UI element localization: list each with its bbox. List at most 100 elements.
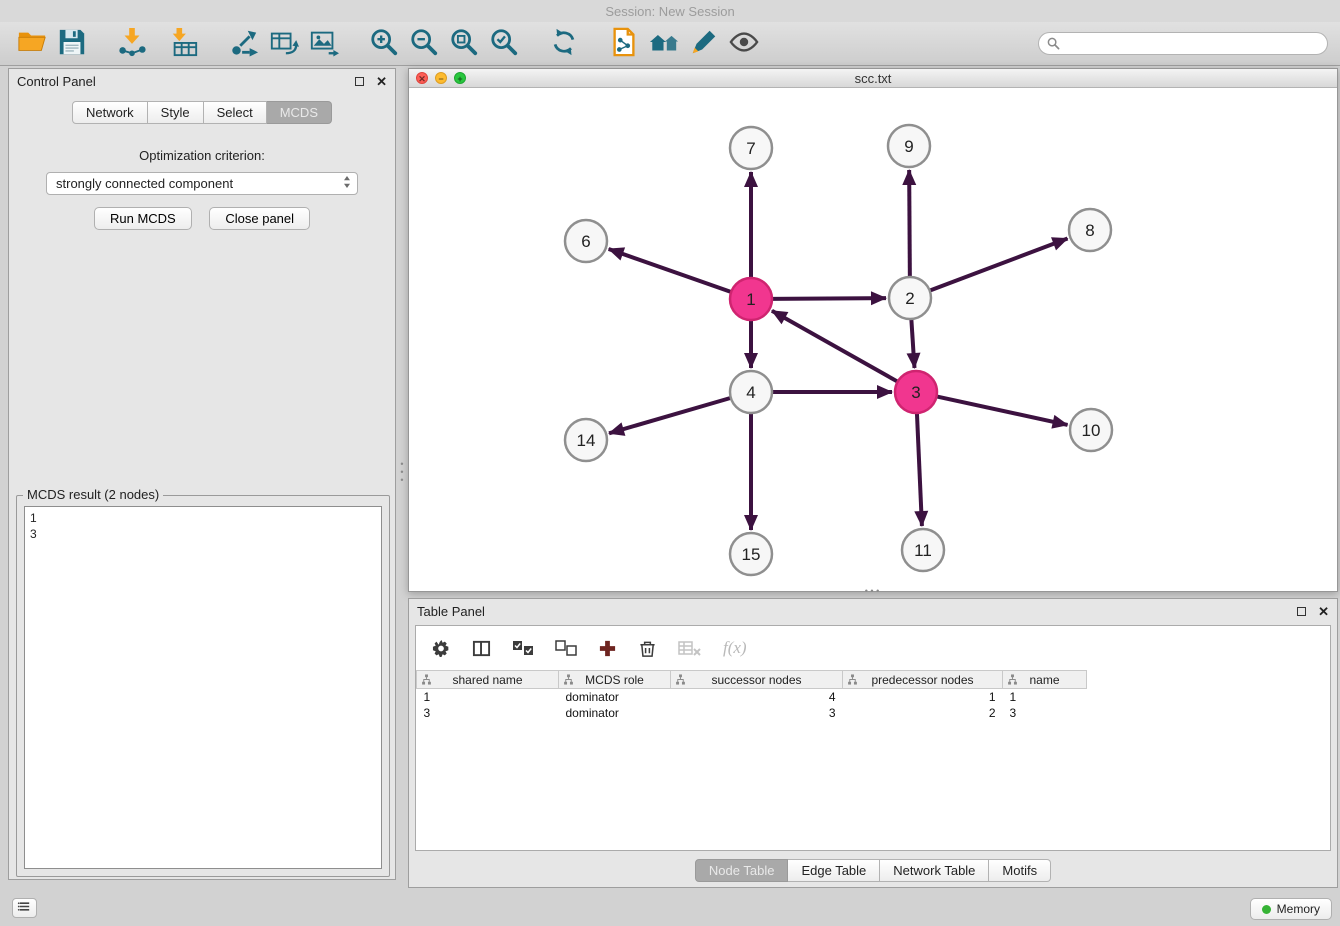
graph-edge-3-1[interactable] (772, 311, 898, 382)
close-table-panel-icon[interactable]: ✕ (1318, 605, 1329, 618)
paintbrush-icon (689, 27, 719, 60)
graph-edge-1-2[interactable] (772, 298, 886, 299)
zoom-in-button[interactable] (364, 25, 404, 63)
export-image-button[interactable] (304, 25, 344, 63)
zoom-selected-icon (489, 27, 519, 60)
function-builder-icon: f(x) (723, 638, 747, 658)
graph-node-4[interactable]: 4 (730, 371, 772, 413)
criterion-select[interactable]: strongly connected component (46, 172, 358, 195)
float-panel-icon[interactable] (355, 77, 364, 86)
tab-mcds[interactable]: MCDS (267, 101, 332, 124)
import-table-button[interactable] (164, 25, 204, 63)
table-cell: dominator (559, 689, 671, 705)
mcds-result-list[interactable]: 13 (24, 506, 382, 869)
deselect-all-columns-icon[interactable] (555, 640, 577, 656)
open-file-button[interactable] (12, 25, 52, 63)
graph-edge-2-8[interactable] (930, 238, 1068, 290)
toolbar-search (1038, 32, 1328, 55)
graph-node-8[interactable]: 8 (1069, 209, 1111, 251)
first-neighbors-button[interactable] (644, 25, 684, 63)
graph-node-7[interactable]: 7 (730, 127, 772, 169)
table-cell: 3 (671, 705, 843, 721)
combo-arrows-icon (343, 175, 351, 192)
network-window-titlebar[interactable]: ✕ − + scc.txt (409, 69, 1337, 88)
graph-node-2[interactable]: 2 (889, 277, 931, 319)
search-input[interactable] (1038, 32, 1328, 55)
tab-node-table[interactable]: Node Table (695, 859, 789, 882)
zoom-fit-button[interactable] (444, 25, 484, 63)
window-close-icon[interactable]: ✕ (416, 72, 428, 84)
apply-style-button[interactable] (684, 25, 724, 63)
export-network-button[interactable] (224, 25, 264, 63)
graph-edge-4-14[interactable] (609, 398, 731, 433)
export-table-button[interactable] (264, 25, 304, 63)
export-table-icon (269, 27, 299, 60)
node-table: shared nameMCDS rolesuccessor nodesprede… (416, 670, 1330, 721)
graph-node-10[interactable]: 10 (1070, 409, 1112, 451)
table-cell-filler (1087, 689, 1331, 705)
delete-column-icon[interactable] (638, 639, 657, 658)
open-session-doc-button[interactable] (604, 25, 644, 63)
graph-edge-1-6[interactable] (609, 249, 732, 292)
float-table-panel-icon[interactable] (1297, 607, 1306, 616)
graph-node-14[interactable]: 14 (565, 419, 607, 461)
svg-text:2: 2 (905, 289, 914, 308)
table-cell: 2 (843, 705, 1003, 721)
zoom-selected-button[interactable] (484, 25, 524, 63)
network-graph-canvas[interactable]: 7 9 6 8 1 2 4 3 14 10 15 11 (409, 88, 1337, 591)
column-header-name[interactable]: name (1003, 671, 1087, 689)
import-network-button[interactable] (112, 25, 152, 63)
graph-edge-2-3[interactable] (911, 319, 914, 368)
tab-network[interactable]: Network (72, 101, 148, 124)
mcds-result-groupbox: MCDS result (2 nodes) 13 (16, 495, 390, 877)
column-header-predecessor-nodes[interactable]: predecessor nodes (843, 671, 1003, 689)
window-zoom-icon[interactable]: + (454, 72, 466, 84)
table-panel-body: f(x) shared nameMCDS rolesuccessor nodes… (415, 625, 1331, 851)
vertical-splitter-handle[interactable]: ••• (398, 460, 406, 484)
column-header-MCDS-role[interactable]: MCDS role (559, 671, 671, 689)
save-session-button[interactable] (52, 25, 92, 63)
zoom-out-button[interactable] (404, 25, 444, 63)
window-minimize-icon[interactable]: − (435, 72, 447, 84)
graph-node-11[interactable]: 11 (902, 529, 944, 571)
graph-edge-3-11[interactable] (917, 413, 922, 526)
mcds-result-line: 3 (30, 526, 376, 542)
table-toolbar: f(x) (416, 626, 1330, 670)
graph-edge-3-10[interactable] (937, 396, 1068, 424)
table-row[interactable]: 3dominator323 (417, 705, 1331, 721)
network-view-window: ✕ − + scc.txt 7 9 6 8 1 2 4 3 14 10 15 11 (408, 68, 1338, 592)
task-history-button[interactable] (12, 898, 37, 918)
import-table-icon (169, 27, 199, 60)
horizontal-splitter-handle[interactable]: • • • (860, 588, 884, 596)
run-mcds-button[interactable]: Run MCDS (94, 207, 192, 230)
close-panel-icon[interactable]: ✕ (376, 75, 387, 88)
tab-network-table[interactable]: Network Table (880, 859, 989, 882)
graph-node-9[interactable]: 9 (888, 125, 930, 167)
toggle-column-panel-icon[interactable] (472, 639, 491, 658)
show-hide-button[interactable] (724, 25, 764, 63)
refresh-layout-button[interactable] (544, 25, 584, 63)
tab-style[interactable]: Style (148, 101, 204, 124)
table-row[interactable]: 1dominator411 (417, 689, 1331, 705)
svg-text:10: 10 (1082, 421, 1101, 440)
export-image-icon (309, 27, 339, 60)
tab-select[interactable]: Select (204, 101, 267, 124)
column-header-successor-nodes[interactable]: successor nodes (671, 671, 843, 689)
close-panel-button[interactable]: Close panel (209, 207, 310, 230)
select-all-columns-icon[interactable] (512, 640, 534, 656)
svg-text:4: 4 (746, 383, 755, 402)
graph-node-1[interactable]: 1 (730, 278, 772, 320)
tab-motifs[interactable]: Motifs (989, 859, 1051, 882)
table-settings-gear-icon[interactable] (432, 639, 451, 658)
zoom-out-icon (409, 27, 439, 60)
memory-button[interactable]: Memory (1250, 898, 1332, 920)
graph-node-3[interactable]: 3 (895, 371, 937, 413)
graph-edge-2-9[interactable] (909, 170, 910, 277)
graph-node-6[interactable]: 6 (565, 220, 607, 262)
svg-text:7: 7 (746, 139, 755, 158)
tab-edge-table[interactable]: Edge Table (788, 859, 880, 882)
graph-node-15[interactable]: 15 (730, 533, 772, 575)
column-header-shared-name[interactable]: shared name (417, 671, 559, 689)
main-toolbar (0, 22, 1340, 66)
add-column-icon[interactable] (598, 639, 617, 658)
